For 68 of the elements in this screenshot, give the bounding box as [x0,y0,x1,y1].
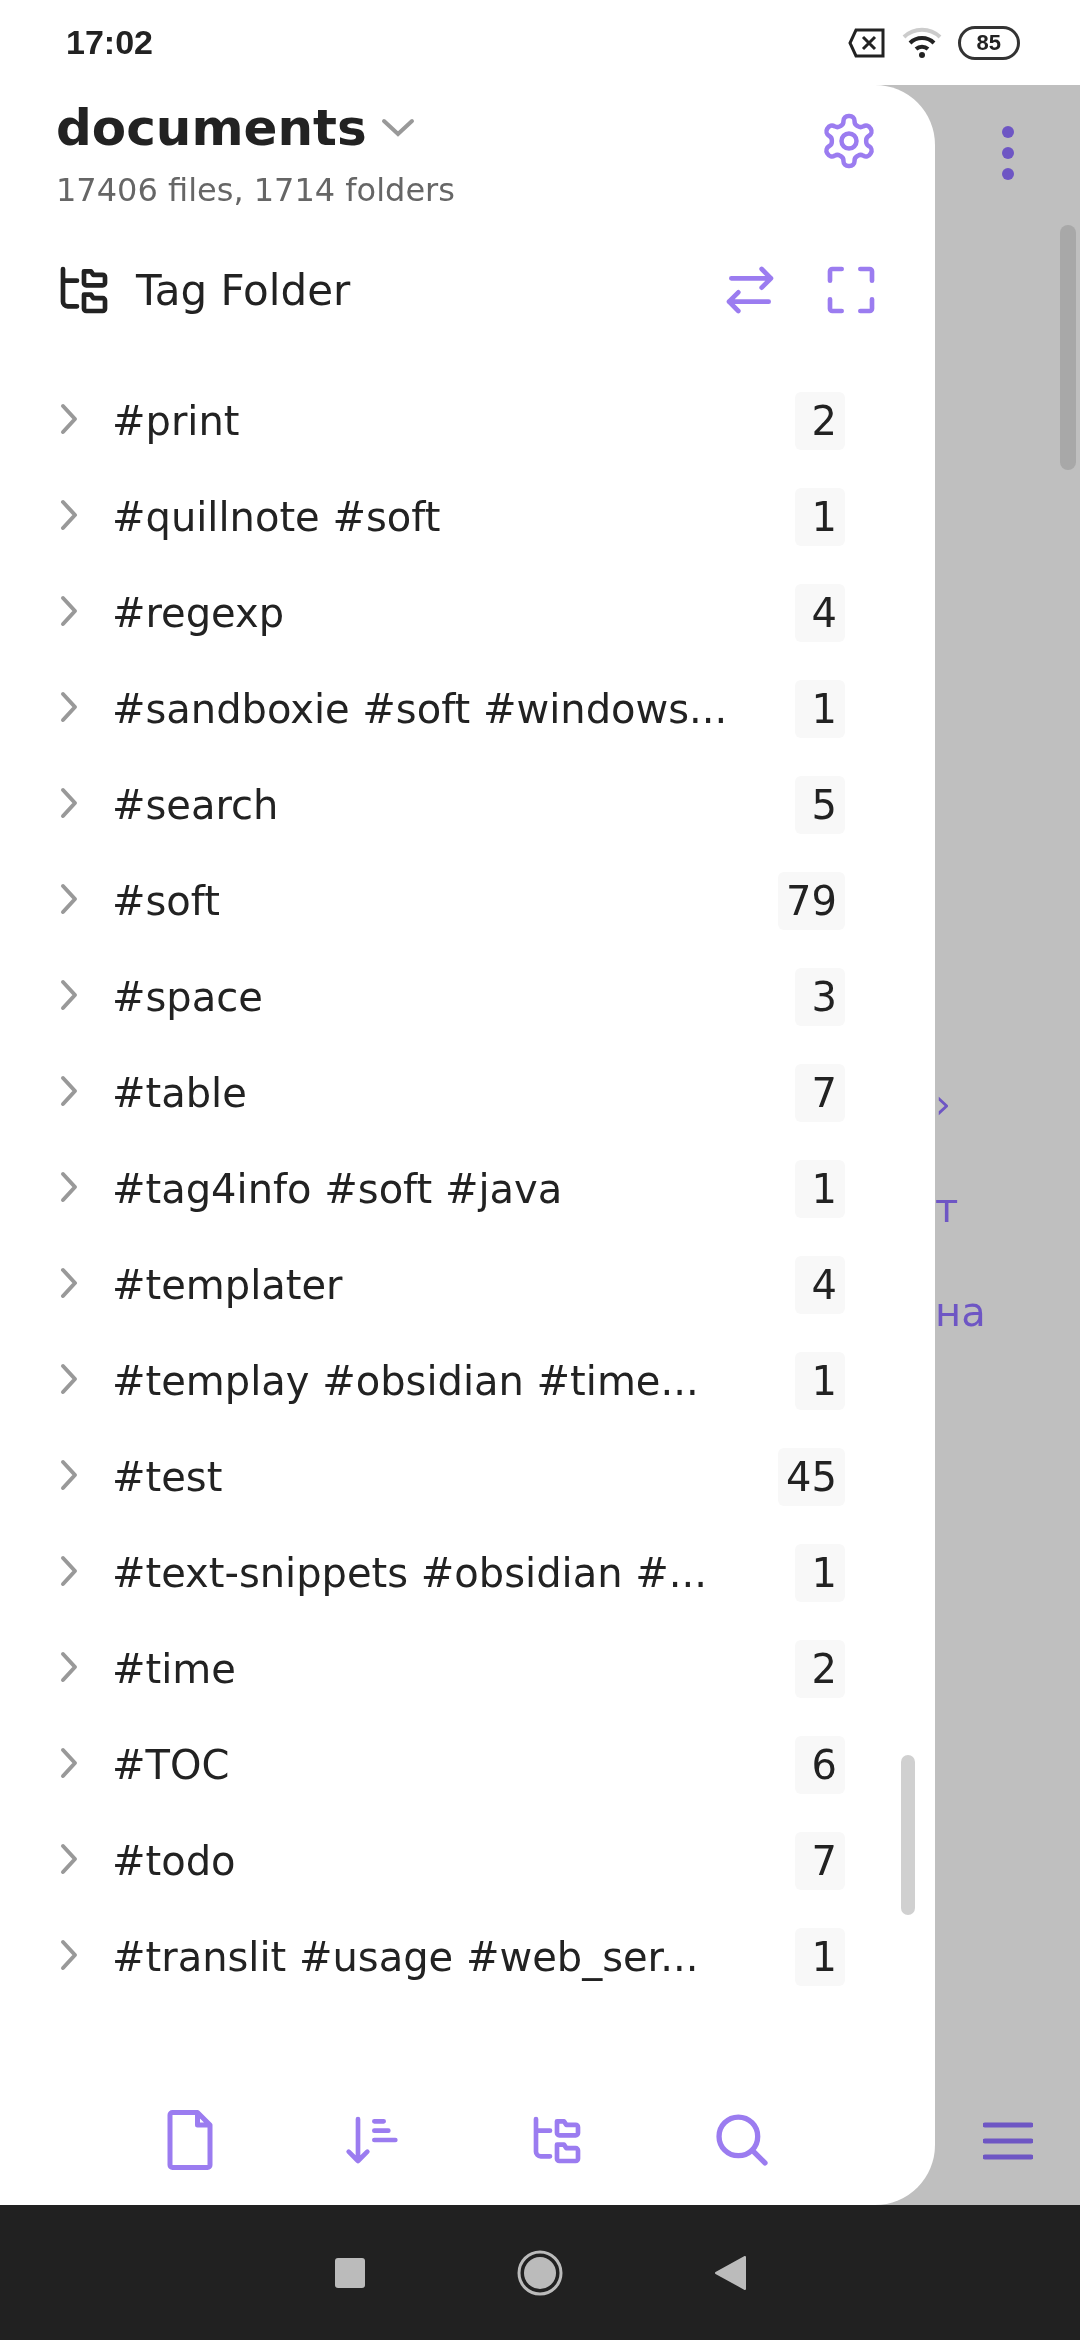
tag-label[interactable]: #tag4info #soft #java [112,1166,795,1212]
tag-label[interactable]: #TOC [112,1742,795,1788]
tag-label[interactable]: #templater [112,1262,795,1308]
tag-label[interactable]: #soft [112,878,779,924]
tag-label[interactable]: #table [112,1070,795,1116]
chevron-icon[interactable] [58,978,80,1012]
chevron-icon[interactable] [58,1938,80,1972]
panel-title: Tag Folder [136,265,352,315]
chevron-icon[interactable] [58,1458,80,1492]
chevron-icon[interactable] [58,594,80,628]
chevron-icon[interactable] [58,1074,80,1108]
tag-label[interactable]: #todo [112,1838,795,1884]
chevron-icon[interactable] [58,1170,80,1204]
tag-label[interactable]: #search [112,782,795,828]
tag-label[interactable]: #text-snippets #obsidian #... [112,1550,795,1596]
chevron-icon[interactable] [58,498,80,532]
tag-count: 4 [795,584,845,642]
battery-indicator: 85 [957,25,1020,60]
vault-stats: 17406 files, 1714 folders [56,171,456,209]
chevron-icon[interactable] [58,1554,80,1588]
tag-count: 3 [795,968,845,1026]
scrollbar[interactable] [901,1755,915,1915]
tag-count: 4 [795,1256,845,1314]
tag-label[interactable]: #space [112,974,795,1020]
tag-count: 7 [795,1832,845,1890]
chevron-icon[interactable] [58,1362,80,1396]
chevron-icon[interactable] [58,1842,80,1876]
tag-count: 6 [795,1736,845,1794]
vault-name[interactable]: documents [56,99,367,157]
chevron-icon[interactable] [58,1266,80,1300]
tag-count: 1 [795,488,845,546]
chevron-icon[interactable] [58,882,80,916]
menu-icon[interactable] [982,2121,1033,2161]
recents-icon[interactable] [334,2256,366,2289]
tag-count: 1 [795,1544,845,1602]
back-icon[interactable] [714,2254,746,2291]
chevron-icon[interactable] [58,1746,80,1780]
tag-count: 2 [795,392,845,450]
note-text: › [935,1081,952,1127]
chevron-icon[interactable] [58,402,80,436]
tag-count: 5 [795,776,845,834]
tag-label[interactable]: #time [112,1646,795,1692]
note-text: т [935,1185,960,1231]
tag-count: 1 [795,1928,845,1986]
tag-label[interactable]: #test [112,1454,779,1500]
tag-count: 1 [795,680,845,738]
note-text: на [935,1289,986,1335]
sim-off-icon [847,27,886,58]
tag-count: 1 [795,1352,845,1410]
more-icon[interactable] [1000,125,1015,181]
dropdown-caret-icon[interactable] [380,118,415,138]
wifi-icon [901,26,942,59]
clock: 17:02 [66,23,154,62]
tag-count: 79 [778,872,845,930]
tag-label[interactable]: #print [112,398,795,444]
tag-count: 1 [795,1160,845,1218]
tag-label[interactable]: #regexp [112,590,795,636]
chevron-icon[interactable] [58,1650,80,1684]
tag-count: 7 [795,1064,845,1122]
chevron-icon[interactable] [58,786,80,820]
home-icon[interactable] [516,2248,564,2297]
tag-label[interactable]: #quillnote #soft [112,494,795,540]
tag-count: 2 [795,1640,845,1698]
chevron-icon[interactable] [58,690,80,724]
tag-label[interactable]: #templay #obsidian #time... [112,1358,795,1404]
tag-label[interactable]: #translit #usage #web_ser... [112,1934,795,1980]
tag-label[interactable]: #sandboxie #soft #windows... [112,686,795,732]
tag-count: 45 [778,1448,845,1506]
